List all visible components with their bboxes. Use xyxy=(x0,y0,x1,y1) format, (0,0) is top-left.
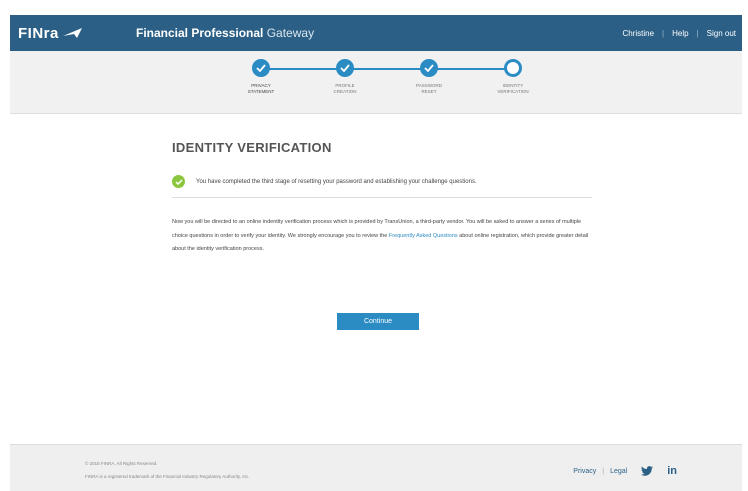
logo-text: FINra xyxy=(18,24,59,42)
step-label: PRIVACY STATEMENT xyxy=(231,83,291,95)
step-complete-icon xyxy=(336,59,354,77)
app-title-bold: Financial Professional xyxy=(136,26,264,40)
linkedin-icon[interactable]: in xyxy=(667,465,677,477)
app-title: Financial Professional Gateway xyxy=(136,26,314,40)
footer: © 2016 FINRA. All Rights Reserved. FINRA… xyxy=(10,444,742,491)
notice-text: You have completed the third stage of re… xyxy=(196,178,477,185)
legal-link[interactable]: Legal xyxy=(610,468,627,475)
step-label-line: RESET xyxy=(421,89,437,95)
step-label-line: STATEMENT xyxy=(247,89,275,95)
app-title-light: Gateway xyxy=(266,26,315,40)
logo-swoosh-icon xyxy=(62,28,82,38)
step-label: PASSWORD RESET xyxy=(399,83,459,95)
help-link[interactable]: Help xyxy=(672,29,688,38)
identity-verification-panel: IDENTITY VERIFICATION You have completed… xyxy=(172,140,592,257)
step-privacy-statement: PRIVACY STATEMENT xyxy=(231,59,291,95)
step-complete-icon xyxy=(420,59,438,77)
footer-legal-text: © 2016 FINRA. All Rights Reserved. FINRA… xyxy=(85,457,250,483)
step-label-line: VERIFICATION xyxy=(497,89,529,95)
step-label-line: CREATION xyxy=(333,89,357,95)
step-complete-icon xyxy=(252,59,270,77)
step-identity-verification: IDENTITY VERIFICATION xyxy=(483,59,543,95)
step-label: PROFILE CREATION xyxy=(315,83,375,95)
step-profile-creation: PROFILE CREATION xyxy=(315,59,375,95)
continue-button[interactable]: Continue xyxy=(337,313,419,330)
step-password-reset: PASSWORD RESET xyxy=(399,59,459,95)
completion-notice: You have completed the third stage of re… xyxy=(172,175,592,198)
finra-logo[interactable]: FINra xyxy=(18,15,114,51)
step-label: IDENTITY VERIFICATION xyxy=(483,83,543,95)
sign-out-link[interactable]: Sign out xyxy=(707,29,736,38)
progress-track xyxy=(262,68,506,70)
faq-link[interactable]: Frequently Asked Questions xyxy=(389,233,458,239)
progress-stepper: PRIVACY STATEMENT PROFILE CREATION PASSW… xyxy=(10,51,742,114)
page-title: IDENTITY VERIFICATION xyxy=(172,140,332,155)
nav-separator: | xyxy=(696,28,699,38)
copyright-text: © 2016 FINRA. All Rights Reserved. xyxy=(85,461,158,466)
trademark-text: FINRA is a registered trademark of the F… xyxy=(85,474,250,479)
twitter-icon[interactable] xyxy=(641,466,654,476)
user-name-link[interactable]: Christine xyxy=(622,29,654,38)
top-navigation-bar: FINra Financial Professional Gateway Chr… xyxy=(10,15,742,51)
success-check-icon xyxy=(172,175,185,188)
step-current-icon xyxy=(504,59,522,77)
instructions-paragraph: Now you will be directed to an online in… xyxy=(172,216,592,257)
nav-separator: | xyxy=(662,28,665,38)
privacy-link[interactable]: Privacy xyxy=(573,468,596,475)
user-menu: Christine | Help | Sign out xyxy=(622,29,736,38)
footer-links: Privacy | Legal in xyxy=(573,465,677,477)
footer-separator: | xyxy=(602,467,605,475)
